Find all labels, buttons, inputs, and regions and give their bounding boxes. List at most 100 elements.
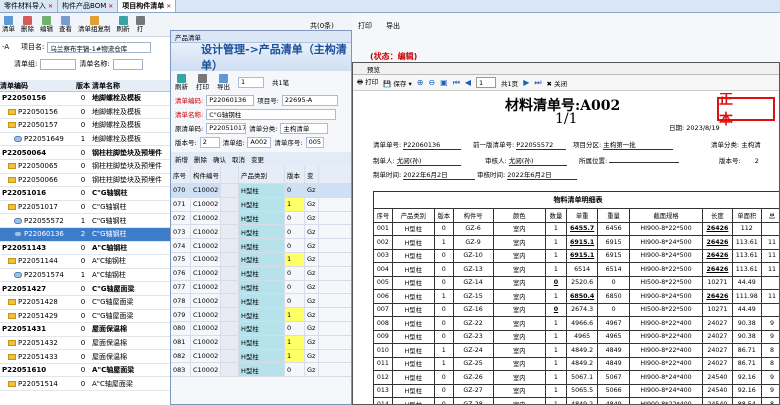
grid-row[interactable]: 077 C10002 H型柱 0 Gz — [171, 280, 351, 295]
grid-row[interactable]: 075 C10002 H型柱 1 Gz — [171, 252, 351, 267]
grid-row[interactable]: 082 C10002 H型柱 1 Gz — [171, 349, 351, 364]
refresh-button[interactable]: 刷新 — [117, 16, 130, 33]
tree-code: P22051432 — [18, 338, 58, 347]
tree-row[interactable]: P22051017 0 C"G轴钢柱 — [0, 201, 175, 215]
tree-row[interactable]: P22050156 0 地脚螺栓及模板 — [0, 92, 175, 106]
cell-section: HI900-8*24*500 — [628, 289, 704, 304]
tree-row[interactable]: P22050066 0 钢柱柱脚垫块及预埋件 — [0, 174, 175, 188]
preview-save-button[interactable]: 💾 保存 ▾ — [383, 78, 412, 88]
grid-delete-button[interactable]: 删除 — [194, 154, 207, 164]
dialog-refresh-button[interactable]: 刷新 — [175, 73, 188, 91]
list-group-input[interactable] — [40, 58, 77, 70]
tree-row[interactable]: P22051143 0 A"C轴钢柱 — [0, 242, 175, 256]
zoom-out-icon[interactable]: ⊖ — [428, 78, 435, 87]
cell-total: 11 — [760, 289, 779, 304]
new-list-button[interactable]: 清单 — [2, 16, 15, 33]
close-icon[interactable]: ✕ — [48, 3, 53, 10]
preview-close-button[interactable]: ✖ 关闭 — [547, 78, 568, 88]
grid-row[interactable]: 079 C10002 H型柱 1 Gz — [171, 308, 351, 322]
tree-row[interactable]: P22051429 0 C"G轴屋面梁 — [0, 310, 175, 324]
dialog-export-button[interactable]: 导出 — [217, 73, 230, 91]
grid-confirm-button[interactable]: 确认 — [213, 154, 226, 164]
prev-page-icon[interactable]: ◀ — [465, 78, 471, 87]
cell-seq: 002 — [373, 235, 393, 250]
view-button[interactable]: 查看 — [59, 16, 72, 33]
print-button[interactable]: 打 — [135, 16, 145, 33]
tree-row[interactable]: P22051432 0 屋面保温棉 — [0, 337, 175, 351]
grid-row[interactable]: 072 C10002 H型柱 0 Gz — [171, 211, 351, 226]
row-code: C10002 — [191, 184, 221, 197]
delete-button[interactable]: 删除 — [21, 16, 34, 33]
cell-unit-weight: 6915.1 — [565, 235, 599, 250]
group-field[interactable]: A002 — [247, 136, 272, 148]
tree-row[interactable]: P22050157 0 地脚螺栓及模板 — [0, 119, 175, 133]
top-export-link[interactable]: 导出 — [386, 21, 400, 31]
component-grid: 序号 构件编号 产品类别 版本 变 070 C10002 H型柱 0 Gz 071 C100… — [171, 166, 351, 378]
tree-row[interactable]: P22055572 1 C"G轴钢柱 — [0, 214, 175, 228]
tree-row[interactable]: P22060136 2 C"G轴钢柱 — [0, 227, 175, 242]
grid-row[interactable]: 070 C10002 H型柱 0 Gz — [171, 184, 351, 198]
copy-group-button[interactable]: 清单组复制 — [78, 16, 111, 33]
project-input[interactable]: 乌兰察布宇镐-1#物流仓库 — [47, 41, 152, 53]
tree-row[interactable]: P22050064 0 钢柱柱脚垫块及预埋件 — [0, 146, 175, 160]
row-category: H型柱 — [239, 363, 285, 377]
project-field[interactable]: 22695-A — [281, 94, 338, 106]
top-print-link[interactable]: 打印 — [358, 21, 372, 31]
grid-row[interactable]: 071 C10002 H型柱 1 Gz — [171, 197, 351, 212]
tree-row[interactable]: P22051144 0 A"C轴钢柱 — [0, 255, 175, 269]
tab-part-material-import[interactable]: 零件材料导入 ✕ — [0, 0, 59, 12]
grid-change-button[interactable]: 变更 — [251, 154, 264, 164]
version-field[interactable]: 2 — [199, 136, 220, 148]
tree-row[interactable]: P22051428 0 C"G轴屋面梁 — [0, 296, 175, 310]
tree-row[interactable]: P22051431 0 屋面保温棉 — [0, 323, 175, 337]
last-page-icon[interactable]: ⏭ — [534, 78, 541, 88]
grid-row[interactable]: 081 C10002 H型柱 1 Gz — [171, 335, 351, 350]
first-page-icon[interactable]: ⏮ — [453, 78, 460, 88]
tree-row[interactable]: P22051649 1 地脚螺栓及模板 — [0, 133, 175, 147]
orig-list-field[interactable]: P22051017 — [206, 122, 247, 134]
cell-code: GZ-22 — [452, 316, 494, 331]
cell-qty: 1 — [544, 316, 567, 331]
list-class-field[interactable]: 主构清单 — [280, 122, 329, 134]
zoom-in-icon[interactable]: ⊕ — [417, 78, 424, 87]
preview-print-button[interactable]: 🖶 打印 — [357, 76, 378, 89]
preview-page-input[interactable]: 1 — [476, 77, 497, 88]
tree-row[interactable]: P22050065 0 钢柱柱脚垫块及预埋件 — [0, 160, 175, 174]
grid-row[interactable]: 073 C10002 H型柱 0 Gz — [171, 225, 351, 240]
grid-cancel-button[interactable]: 取消 — [232, 154, 245, 164]
close-icon[interactable]: ✕ — [108, 3, 113, 10]
page-input[interactable]: 1 — [238, 76, 264, 88]
list-name-field[interactable]: C"G轴钢柱 — [206, 108, 337, 120]
list-code-field[interactable]: P22060136 — [206, 94, 255, 106]
tree-row[interactable]: P22051610 0 A"C轴屋面梁 — [0, 364, 175, 378]
cell-color: 室内 — [492, 275, 546, 290]
grid-row[interactable]: 083 C10002 H型柱 0 Gz — [171, 363, 351, 378]
next-page-icon[interactable]: ▶ — [523, 78, 529, 87]
tree-row[interactable]: P22051574 1 A"C轴钢柱 — [0, 269, 175, 283]
cell-color: 室内 — [492, 221, 546, 236]
tree-row[interactable]: P22051016 0 C"G轴钢柱 — [0, 187, 175, 201]
list-filter-row: 清单组: 清单名称: — [0, 57, 170, 71]
fit-icon[interactable]: ▣ — [440, 78, 448, 87]
grid-row[interactable]: 074 C10002 H型柱 0 Gz — [171, 239, 351, 253]
info-location: 所属位置: — [579, 155, 680, 165]
grid-row[interactable]: 080 C10002 H型柱 0 Gz — [171, 321, 351, 336]
tree-code-cell: P22050065 — [0, 162, 74, 170]
grid-add-button[interactable]: 新增 — [175, 154, 188, 164]
cell-category: H型柱 — [391, 397, 435, 404]
tab-component-bom[interactable]: 构件产品BOM ✕ — [58, 0, 119, 12]
cell-version: 0 — [433, 221, 454, 236]
close-icon[interactable]: ✕ — [166, 3, 171, 10]
list-name-input[interactable] — [112, 58, 143, 70]
tab-project-component-list[interactable]: 项目构件清单 ✕ — [118, 0, 177, 12]
tree-row[interactable]: P22050156 0 地脚螺栓及模板 — [0, 106, 175, 120]
tree-row[interactable]: P22051433 0 屋面保温棉 — [0, 350, 175, 364]
grid-row[interactable]: 076 C10002 H型柱 0 Gz — [171, 266, 351, 281]
dialog-print-button[interactable]: 打印 — [196, 73, 209, 91]
grid-row[interactable]: 078 C10002 H型柱 0 Gz — [171, 294, 351, 309]
seq-field[interactable]: 005 — [305, 136, 324, 148]
tree-row[interactable]: P22051427 0 C"G轴屋面梁 — [0, 282, 175, 296]
edit-button[interactable]: 编辑 — [40, 16, 53, 33]
cell-category: H型柱 — [391, 262, 435, 277]
tree-row[interactable]: P22051514 0 A"C轴屋面梁 — [0, 377, 175, 392]
